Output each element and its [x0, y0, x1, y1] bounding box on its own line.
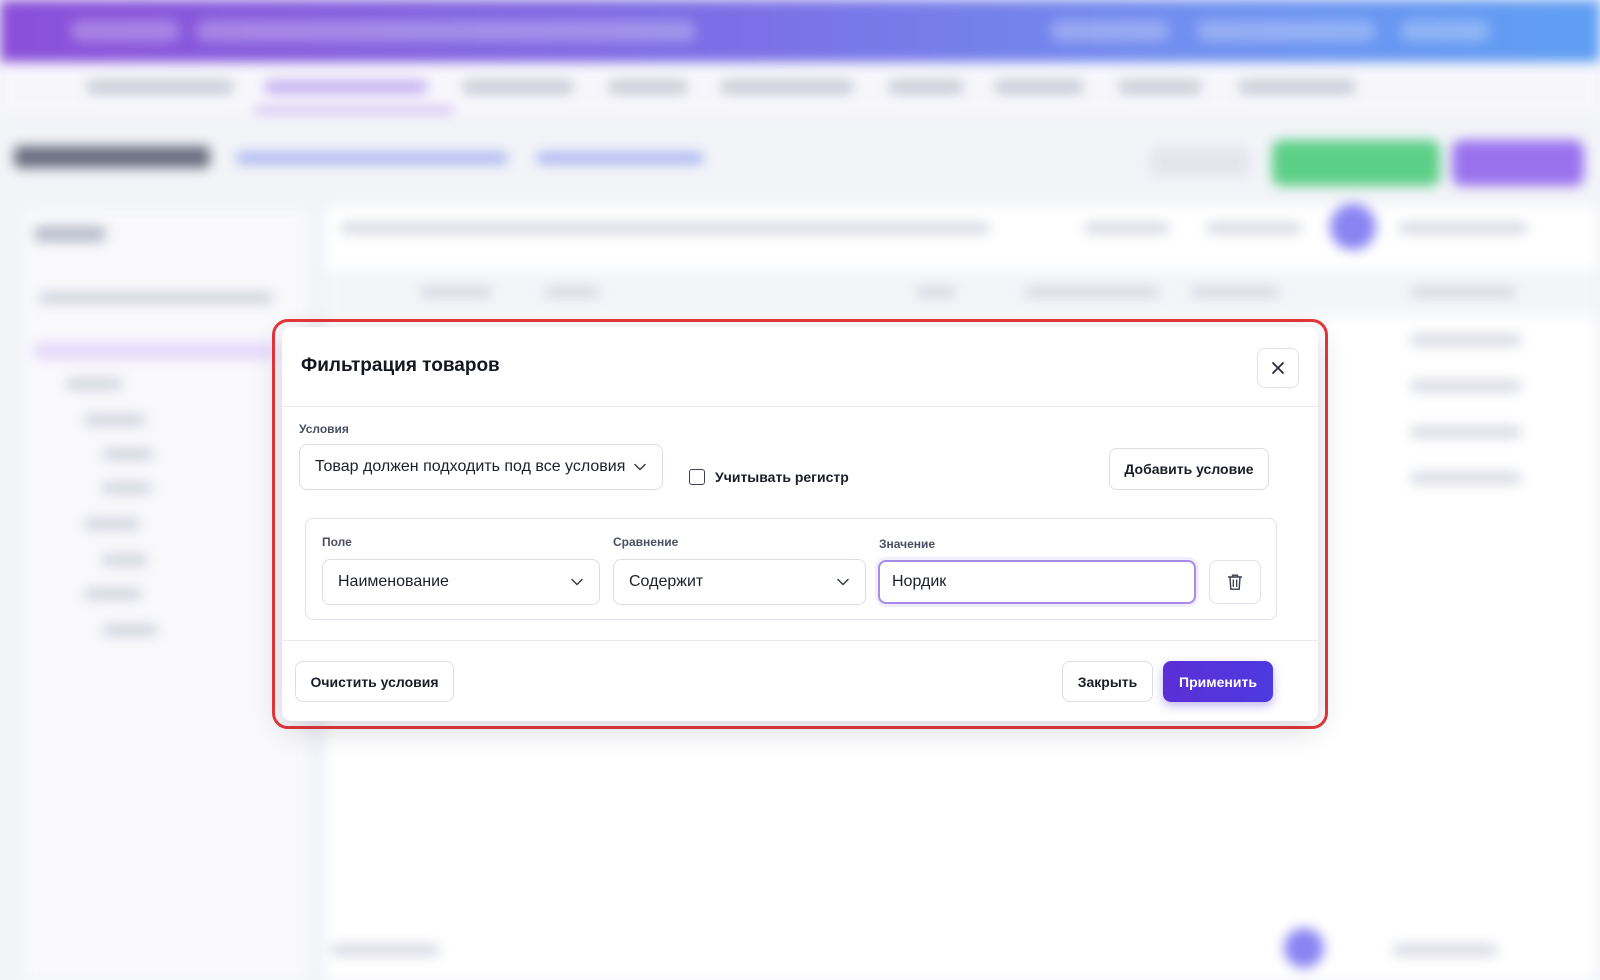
- conditions-label: Условия: [299, 422, 349, 436]
- field-label: Поле: [322, 535, 352, 549]
- filter-dialog: Фильтрация товаров Условия Товар должен …: [282, 327, 1318, 721]
- sidebar: [24, 210, 310, 980]
- close-button[interactable]: [1257, 348, 1299, 388]
- chevron-down-icon: [837, 578, 849, 586]
- comparison-value: Содержит: [629, 573, 704, 590]
- field-select[interactable]: Наименование: [322, 559, 600, 605]
- case-sensitive-toggle[interactable]: Учитывать регистр: [689, 469, 849, 485]
- chevron-down-icon: [571, 578, 583, 586]
- match-mode-select[interactable]: Товар должен подходить под все условия: [299, 444, 663, 490]
- top-bar: [0, 0, 1600, 62]
- clear-conditions-button[interactable]: Очистить условия: [295, 661, 454, 702]
- comparison-label: Сравнение: [613, 535, 679, 549]
- add-condition-button[interactable]: Добавить условие: [1109, 448, 1269, 490]
- trash-icon: [1227, 574, 1243, 590]
- dialog-title: Фильтрация товаров: [301, 355, 500, 376]
- value-label: Значение: [879, 537, 936, 551]
- close-dialog-button[interactable]: Закрыть: [1062, 661, 1153, 702]
- case-sensitive-checkbox[interactable]: [689, 469, 705, 485]
- comparison-select[interactable]: Содержит: [613, 559, 866, 605]
- dialog-header: Фильтрация товаров: [282, 327, 1318, 407]
- match-mode-value: Товар должен подходить под все условия: [315, 458, 626, 475]
- delete-condition-button[interactable]: [1209, 560, 1261, 604]
- field-value: Наименование: [338, 573, 449, 590]
- case-sensitive-label: Учитывать регистр: [715, 469, 849, 485]
- dialog-footer: Очистить условия Закрыть Применить: [282, 640, 1318, 721]
- condition-row: Поле Наименование Сравнение Содержит Зна…: [305, 518, 1277, 620]
- chevron-down-icon: [634, 463, 646, 471]
- apply-button[interactable]: Применить: [1163, 661, 1273, 702]
- value-input[interactable]: [878, 560, 1196, 604]
- close-icon: [1272, 362, 1284, 374]
